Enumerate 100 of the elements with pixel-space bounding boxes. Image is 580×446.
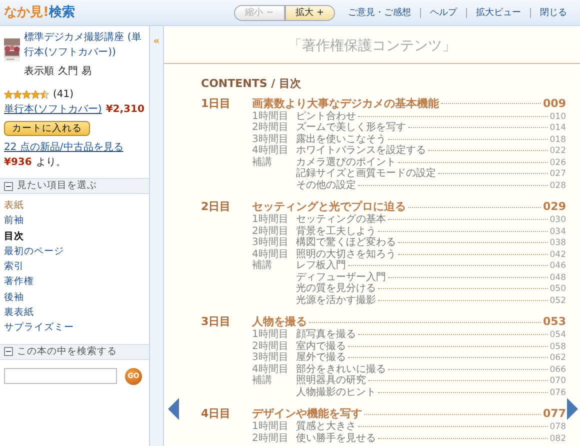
lesson-title: 背景を工夫しよう [296,226,376,236]
page-number: 066 [550,364,566,376]
lesson-title: ズームで美しく形を写す [296,122,406,134]
lesson-title: ピント合わせ [296,110,356,122]
chapter-day: 1日目 [201,96,252,110]
toolbar-link[interactable]: ご意見・ご感想 [339,8,420,18]
page-number: 070 [550,376,566,388]
page-number: 053 [543,315,566,329]
page-number: 046 [550,261,566,272]
lesson-label: 3時間目 [252,352,290,364]
page-number: 048 [550,272,566,284]
price: ¥936 [4,156,32,170]
lesson-title: 室内で撮る [296,340,346,352]
book-title-link[interactable]: 標準デジカメ撮影講座 (単行本(ソフトカバー)) [24,30,145,60]
lesson-label: 2時間目 [252,432,290,444]
chapter-title: 人物を撮る [252,315,307,328]
lesson-title: その他の設定 [296,180,356,191]
section-link[interactable]: 索引 [4,259,145,274]
author-link[interactable]: 久門 易 [58,64,92,79]
lesson-label: 補講 [252,156,273,168]
section-link[interactable]: 後袖 [4,290,145,306]
chapter-day: 3日目 [201,315,252,329]
chapter-day: 2日目 [201,200,252,214]
star-icon [31,90,40,99]
lesson-title: 記録サイズと画質モードの設定 [296,168,436,180]
section-link[interactable]: 著作権 [4,274,145,290]
section-link[interactable]: 目次 [4,228,145,244]
toolbar-link[interactable]: 閉じる [530,8,576,18]
page-number: 077 [543,407,566,421]
collapse-icon[interactable] [4,347,13,356]
page-number: 076 [550,388,566,399]
lesson-label: 2時間目 [252,226,290,236]
lesson-label: 2時間目 [252,122,290,134]
price: ¥2,310 [106,103,144,117]
lesson-title: 露出を使いこなそう [296,134,386,145]
toolbar-link[interactable]: 拡大ビュー [466,8,530,18]
section-link[interactable]: 前袖 [4,213,145,229]
lesson-title: 人物撮影のヒント [296,386,376,398]
panel-title: 見たい項目を選ぶ [17,178,97,193]
section-link[interactable]: 表紙 [4,198,145,214]
search-field[interactable] [4,368,117,384]
lesson-title: 照明器具の研究 [296,375,366,386]
lesson-title: レフ板入門 [296,260,346,272]
chapter-day: 4日目 [201,407,252,421]
section-link[interactable]: サプライズミー [4,320,145,336]
star-icon [22,90,31,99]
lesson-title: ディフューザー入門 [296,272,386,282]
toolbar-link[interactable]: ヘルプ [420,8,466,18]
page-number: 028 [550,180,566,192]
lesson-label: 2時間目 [252,340,290,352]
page-number: 062 [550,353,566,364]
lesson-title: 質感と大きさ [296,421,356,432]
section-link[interactable]: 裏表紙 [4,305,145,320]
page-number: 054 [550,330,566,342]
page-number: 018 [550,134,566,146]
lesson-label: 4時間目 [252,364,290,374]
copyright-notice: 「著作権保護コンテンツ」 [164,28,580,64]
page-number: 026 [550,158,566,169]
page-number: 030 [550,215,566,226]
lesson-title: 照明の大切さを知ろう [296,248,396,260]
add-to-cart-button[interactable]: カートに入れる [4,121,90,136]
author-label: 表示順 [24,64,54,79]
section-link[interactable]: 最初のページ [4,244,145,260]
chapter-title: 画素数より大事なデジカメの基本機能 [252,96,439,110]
lesson-label: 1時間目 [252,110,290,122]
offers-link[interactable]: 22 点の新品/中古品を見る [4,140,124,155]
page-number: 058 [550,342,566,353]
lesson-title: 屋外で撮る [296,352,346,364]
lesson-label: 補講 [252,375,273,386]
page-number: 082 [550,434,566,445]
page-number: 029 [543,200,566,214]
lesson-title: 使い勝手を見せる [296,432,376,444]
lesson-label: 1時間目 [252,421,290,432]
offers-text: より。 [36,156,66,170]
collapse-icon[interactable] [4,182,13,190]
chapter-title: セッティングと光でプロに迫る [252,200,406,214]
page-number: 009 [543,96,566,110]
lesson-label: 3時間目 [252,237,290,248]
lesson-label: 4時間目 [252,145,290,156]
lesson-label: 1時間目 [252,329,290,340]
lesson-title: 光の質を見分ける [296,283,376,294]
next-page-arrow[interactable] [567,398,578,420]
lesson-label: 補講 [252,260,273,272]
star-icon [4,90,13,99]
lesson-label: 1時間目 [252,214,290,226]
chapter-title: デザインや機能を写す [252,407,362,420]
zoom-in-button[interactable]: 拡大 + [284,4,335,20]
logo: 検索 [48,4,75,22]
star-icon [40,90,49,99]
lesson-title: 構図で驚くほど変わる [296,237,396,248]
panel-title: この本の中を検索する [17,344,117,359]
lesson-title: 光源を活かす撮影 [296,294,376,306]
format-link[interactable]: 単行本(ソフトカバー) [4,102,102,117]
lesson-title: セッティングの基本 [296,214,386,226]
contents-heading: CONTENTS / 目次 [201,76,302,92]
lesson-title: 顔写真を撮る [296,329,356,340]
rating-count[interactable]: (41) [53,87,74,102]
previous-page-arrow[interactable] [168,398,179,420]
page-number: 042 [550,250,566,261]
page-number: 050 [550,284,566,296]
